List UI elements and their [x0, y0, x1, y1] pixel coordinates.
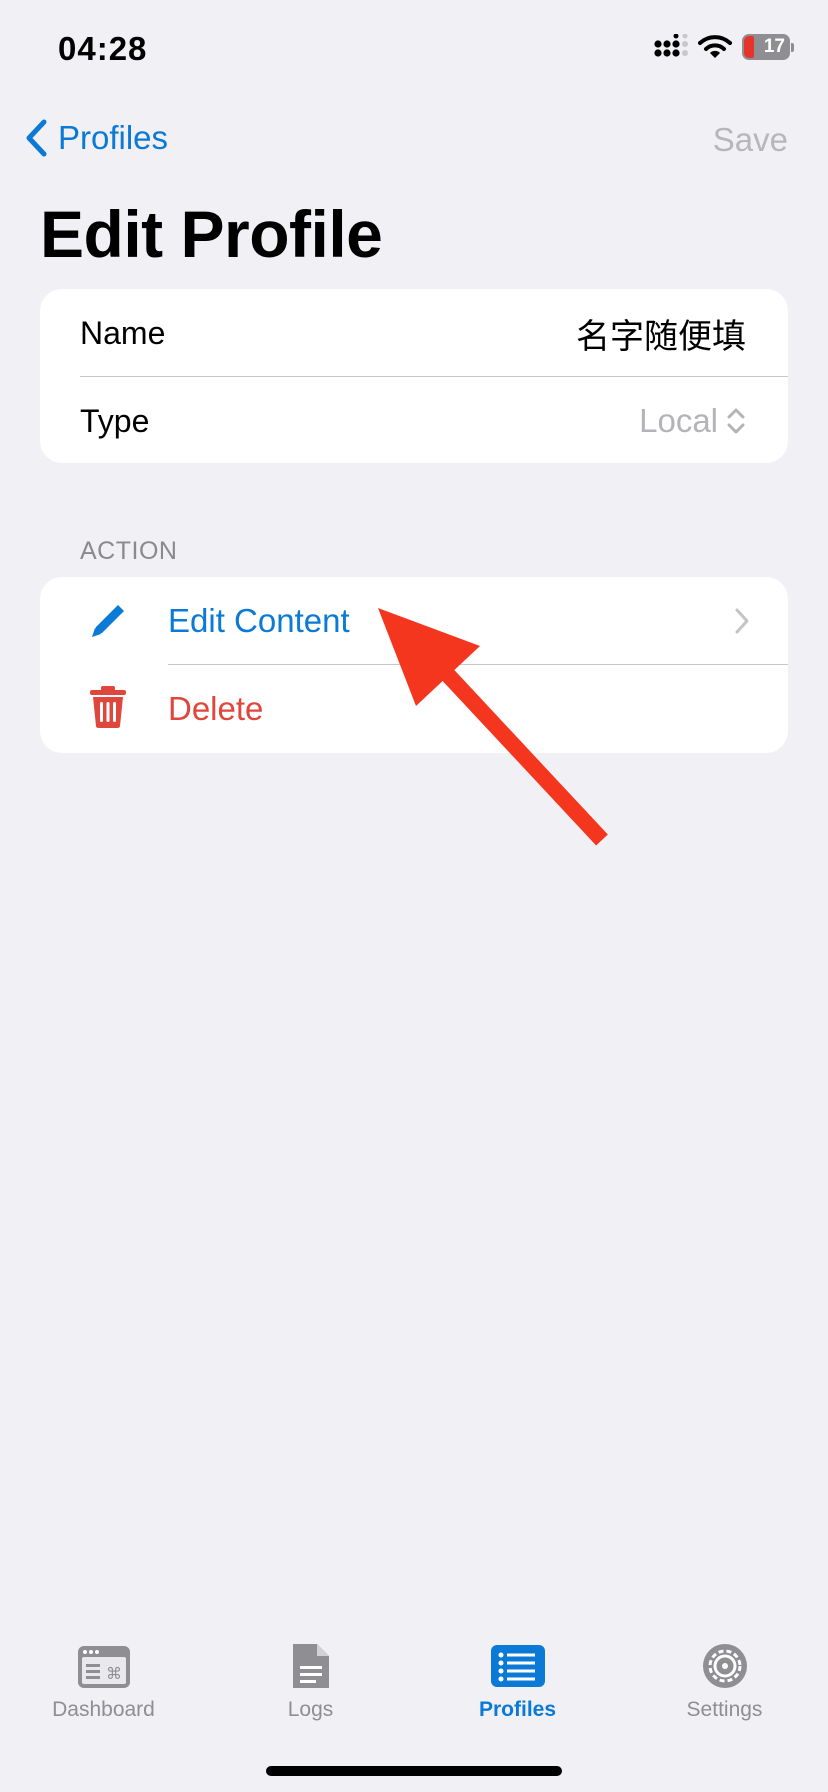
tab-profiles[interactable]: Profiles: [414, 1620, 621, 1730]
tab-label: Logs: [287, 1698, 334, 1721]
svg-text:⌘: ⌘: [106, 1664, 122, 1683]
dashboard-icon: ⌘: [77, 1646, 130, 1688]
status-icons: 17: [654, 34, 794, 60]
pencil-icon: [92, 605, 124, 637]
tab-label: Dashboard: [52, 1698, 155, 1721]
back-button[interactable]: Profiles: [24, 118, 168, 158]
tab-dashboard[interactable]: ⌘ Dashboard: [0, 1620, 207, 1730]
home-indicator: [266, 1766, 562, 1776]
status-bar: 04:28 17: [0, 0, 828, 100]
tab-bar: ⌘ Dashboard Logs Profiles Settings: [0, 1620, 828, 1730]
edit-content-label: Edit Content: [168, 602, 350, 639]
tab-logs[interactable]: Logs: [207, 1620, 414, 1730]
wifi-icon: [698, 35, 732, 58]
trash-icon: [90, 686, 126, 728]
list-icon: [490, 1645, 545, 1687]
battery-icon: 17: [742, 34, 794, 60]
type-row[interactable]: Type Local: [40, 377, 788, 465]
profile-fields-group: Name 名字随便填 Type Local: [40, 289, 788, 463]
status-time: 04:28: [58, 30, 148, 67]
annotation-arrow: [378, 608, 608, 846]
name-label: Name: [80, 314, 166, 351]
type-value: Local: [639, 402, 718, 439]
back-button-label: Profiles: [58, 119, 169, 156]
tab-label: Settings: [686, 1698, 763, 1721]
action-section-header: ACTION: [80, 537, 178, 565]
page-title: Edit Profile: [40, 197, 383, 271]
battery-level: 17: [763, 36, 785, 57]
type-label: Type: [80, 402, 150, 439]
chevron-left-icon: [26, 119, 47, 157]
cellular-signal-icon: [654, 34, 688, 57]
gear-icon: [702, 1644, 747, 1688]
tab-label: Profiles: [478, 1698, 557, 1721]
chevron-right-icon: [735, 608, 749, 634]
name-value[interactable]: 名字随便填: [576, 309, 746, 358]
type-picker[interactable]: Local: [639, 402, 746, 440]
delete-label: Delete: [168, 690, 264, 727]
document-icon: [292, 1644, 329, 1688]
chevron-up-down-icon: [727, 408, 745, 434]
save-button[interactable]: Save: [713, 121, 788, 159]
name-row[interactable]: Name 名字随便填: [40, 289, 788, 377]
tab-settings[interactable]: Settings: [621, 1620, 828, 1730]
